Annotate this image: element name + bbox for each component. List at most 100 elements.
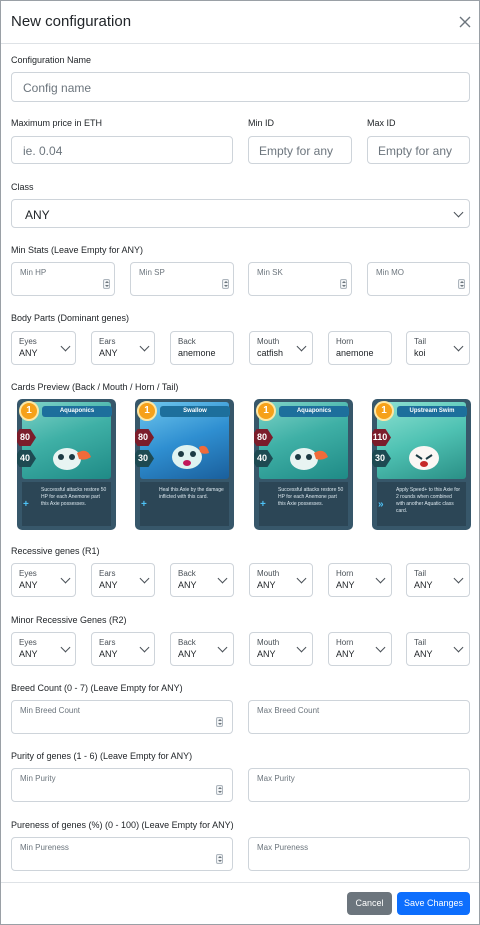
part-name: Mouth: [257, 337, 280, 346]
spinner-icon[interactable]: [458, 279, 465, 289]
dominant-ears-select[interactable]: Ears ANY: [91, 331, 155, 365]
r1-mouth-select[interactable]: Mouth ANY: [249, 563, 313, 597]
chevron-down-icon: [217, 642, 228, 653]
min-breed-count-input[interactable]: Min Breed Count: [11, 700, 233, 734]
chevron-down-icon: [139, 341, 150, 352]
axie-icon: [409, 446, 439, 470]
card-energy: 1: [19, 401, 39, 421]
card-description: Heal this Axie by the damage inflicted w…: [140, 482, 229, 526]
recessive-r1-label: Recessive genes (R1): [11, 546, 100, 556]
spinner-icon[interactable]: [216, 785, 223, 795]
part-value: ANY: [178, 580, 197, 590]
chevron-down-icon: [375, 642, 386, 653]
chevron-down-icon: [296, 573, 307, 584]
r1-tail-select[interactable]: Tail ANY: [406, 563, 470, 597]
chevron-down-icon: [296, 642, 307, 653]
spinner-icon[interactable]: [222, 279, 229, 289]
buff-icon: +: [260, 499, 266, 510]
r2-ears-select[interactable]: Ears ANY: [91, 632, 155, 666]
speed-icon: »: [378, 499, 384, 510]
max-purity-label: Max Purity: [257, 774, 295, 783]
r1-horn-select[interactable]: Horn ANY: [328, 563, 392, 597]
chevron-down-icon: [453, 207, 464, 218]
r2-horn-select[interactable]: Horn ANY: [328, 632, 392, 666]
min-sk-label: Min SK: [257, 268, 283, 277]
spinner-icon[interactable]: [340, 279, 347, 289]
min-hp-input[interactable]: Min HP: [11, 262, 115, 296]
part-name: Eyes: [19, 569, 37, 578]
r1-back-select[interactable]: Back ANY: [170, 563, 234, 597]
card-description: Apply Speed+ to this Axie for 2 rounds w…: [377, 482, 466, 526]
part-value: ANY: [99, 649, 118, 659]
max-pureness-input[interactable]: Max Pureness: [248, 837, 470, 871]
min-pureness-input[interactable]: Min Pureness: [11, 837, 233, 871]
spinner-icon[interactable]: [216, 717, 223, 727]
min-id-input[interactable]: Empty for any: [248, 136, 352, 164]
close-icon[interactable]: [457, 14, 473, 30]
card-horn: Aquaponics 1 80 40 Successful attacks re…: [254, 399, 353, 530]
r1-eyes-select[interactable]: Eyes ANY: [11, 563, 76, 597]
spinner-icon[interactable]: [216, 854, 223, 864]
part-value: ANY: [99, 348, 118, 358]
part-name: Tail: [414, 638, 427, 647]
modal-header: New configuration: [1, 1, 479, 44]
dominant-horn-select[interactable]: Horn anemone: [328, 331, 392, 365]
max-id-input[interactable]: Empty for any: [367, 136, 470, 164]
breed-count-label: Breed Count (0 - 7) (Leave Empty for ANY…: [11, 683, 183, 693]
r2-back-select[interactable]: Back ANY: [170, 632, 234, 666]
chevron-down-icon: [453, 341, 464, 352]
purity-label: Purity of genes (1 - 6) (Leave Empty for…: [11, 751, 193, 761]
max-breed-count-input[interactable]: Max Breed Count: [248, 700, 470, 734]
part-name: Eyes: [19, 638, 37, 647]
card-description: Successful attacks restore 50 HP for eac…: [22, 482, 111, 526]
part-value: ANY: [99, 580, 118, 590]
part-name: Ears: [99, 569, 116, 578]
part-value: koi: [414, 348, 426, 358]
part-value: anemone: [178, 348, 216, 358]
dominant-mouth-select[interactable]: Mouth catfish: [249, 331, 313, 365]
r1-ears-select[interactable]: Ears ANY: [91, 563, 155, 597]
card-tail: Upstream Swim 1 110 30 Apply Speed+ to t…: [372, 399, 471, 530]
class-select[interactable]: ANY: [11, 199, 470, 228]
chevron-down-icon: [60, 341, 71, 352]
part-value: ANY: [414, 649, 433, 659]
cancel-button[interactable]: Cancel: [347, 892, 392, 915]
max-pureness-label: Max Pureness: [257, 843, 309, 852]
r2-tail-select[interactable]: Tail ANY: [406, 632, 470, 666]
max-price-label: Maximum price in ETH: [11, 118, 103, 128]
buff-icon: +: [23, 499, 29, 510]
dominant-tail-select[interactable]: Tail koi: [406, 331, 470, 365]
r2-mouth-select[interactable]: Mouth ANY: [249, 632, 313, 666]
part-value: ANY: [257, 580, 276, 590]
min-purity-input[interactable]: Min Purity: [11, 768, 233, 802]
min-sp-input[interactable]: Min SP: [130, 262, 234, 296]
max-price-input[interactable]: ie. 0.04: [11, 136, 233, 164]
pureness-label: Pureness of genes (%) (0 - 100) (Leave E…: [11, 820, 234, 830]
min-sp-label: Min SP: [139, 268, 165, 277]
dominant-back-select[interactable]: Back anemone: [170, 331, 234, 365]
card-description: Successful attacks restore 50 HP for eac…: [259, 482, 348, 526]
r2-eyes-select[interactable]: Eyes ANY: [11, 632, 76, 666]
min-stats-label: Min Stats (Leave Empty for ANY): [11, 245, 144, 255]
part-value: catfish: [257, 348, 284, 358]
min-mo-input[interactable]: Min MO: [367, 262, 470, 296]
chevron-down-icon: [375, 573, 386, 584]
part-value: ANY: [178, 649, 197, 659]
max-purity-input[interactable]: Max Purity: [248, 768, 470, 802]
save-changes-button[interactable]: Save Changes: [397, 892, 470, 915]
part-name: Mouth: [257, 638, 280, 647]
buff-icon: +: [141, 499, 147, 510]
chevron-down-icon: [139, 642, 150, 653]
min-pureness-label: Min Pureness: [20, 843, 69, 852]
body-parts-label: Body Parts (Dominant genes): [11, 313, 130, 323]
config-name-input[interactable]: Config name: [11, 72, 470, 102]
min-sk-input[interactable]: Min SK: [248, 262, 352, 296]
config-modal: New configuration Configuration Name Con…: [0, 0, 480, 925]
dominant-eyes-select[interactable]: Eyes ANY: [11, 331, 76, 365]
part-name: Horn: [336, 638, 354, 647]
spinner-icon[interactable]: [103, 279, 110, 289]
min-id-label: Min ID: [248, 118, 275, 128]
part-name: Back: [178, 569, 196, 578]
part-value: anemone: [336, 348, 374, 358]
part-name: Back: [178, 337, 196, 346]
